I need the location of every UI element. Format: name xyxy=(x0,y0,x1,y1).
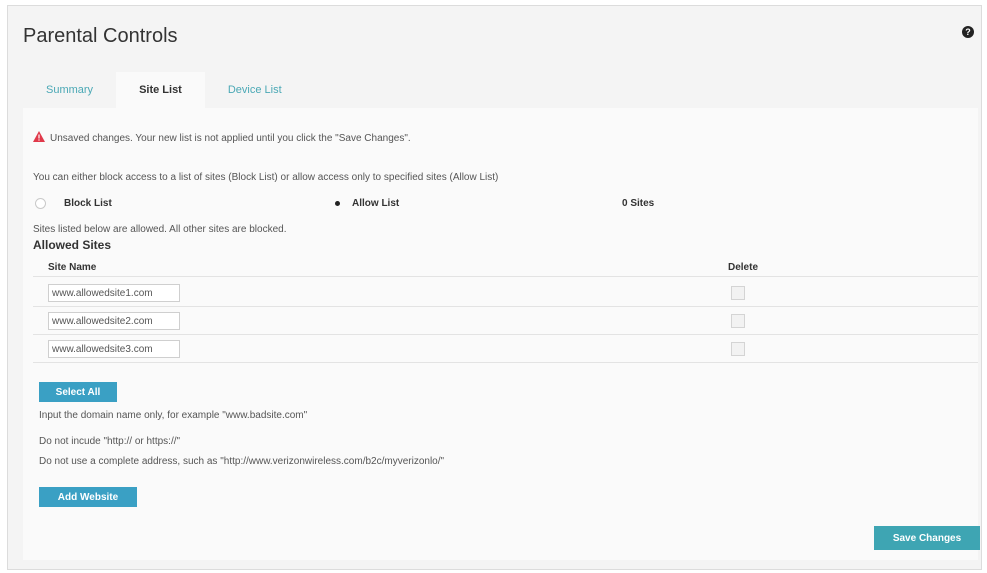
help-icon[interactable]: ? xyxy=(962,26,974,38)
site-name-input[interactable] xyxy=(48,340,180,358)
column-header-delete: Delete xyxy=(728,262,759,273)
site-count: 0 Sites xyxy=(622,198,655,209)
warning-triangle-icon xyxy=(33,131,45,142)
tab-bar: Summary Site List Device List xyxy=(23,72,305,108)
delete-checkbox[interactable] xyxy=(731,314,745,328)
tab-site-list[interactable]: Site List xyxy=(116,72,205,108)
help-text-domain: Input the domain name only, for example … xyxy=(39,410,308,421)
intro-text: You can either block access to a list of… xyxy=(33,172,499,183)
save-changes-button[interactable]: Save Changes xyxy=(874,526,980,550)
column-header-site-name: Site Name xyxy=(48,262,97,273)
table-divider xyxy=(33,306,978,307)
allow-list-radio[interactable] xyxy=(332,198,343,209)
add-website-button[interactable]: Add Website xyxy=(39,487,137,507)
block-list-radio[interactable] xyxy=(35,198,46,209)
allow-list-note: Sites listed below are allowed. All othe… xyxy=(33,224,287,235)
select-all-button[interactable]: Select All xyxy=(39,382,117,402)
allow-list-label[interactable]: Allow List xyxy=(352,198,399,209)
delete-checkbox[interactable] xyxy=(731,342,745,356)
table-divider xyxy=(33,334,978,335)
block-list-label[interactable]: Block List xyxy=(64,198,112,209)
site-list-content: Unsaved changes. Your new list is not ap… xyxy=(23,108,980,560)
page-title: Parental Controls xyxy=(23,25,178,47)
parental-controls-panel: Parental Controls ? Summary Site List De… xyxy=(7,5,982,570)
tab-summary[interactable]: Summary xyxy=(23,72,116,108)
unsaved-changes-warning: Unsaved changes. Your new list is not ap… xyxy=(50,133,411,144)
tab-device-list[interactable]: Device List xyxy=(205,72,305,108)
site-name-input[interactable] xyxy=(48,312,180,330)
table-divider xyxy=(33,362,978,363)
help-text-protocol: Do not incude "http:// or https://" xyxy=(39,436,181,447)
help-text-address: Do not use a complete address, such as "… xyxy=(39,456,445,467)
table-divider xyxy=(33,276,978,277)
delete-checkbox[interactable] xyxy=(731,286,745,300)
section-title: Allowed Sites xyxy=(33,238,112,252)
site-name-input[interactable] xyxy=(48,284,180,302)
